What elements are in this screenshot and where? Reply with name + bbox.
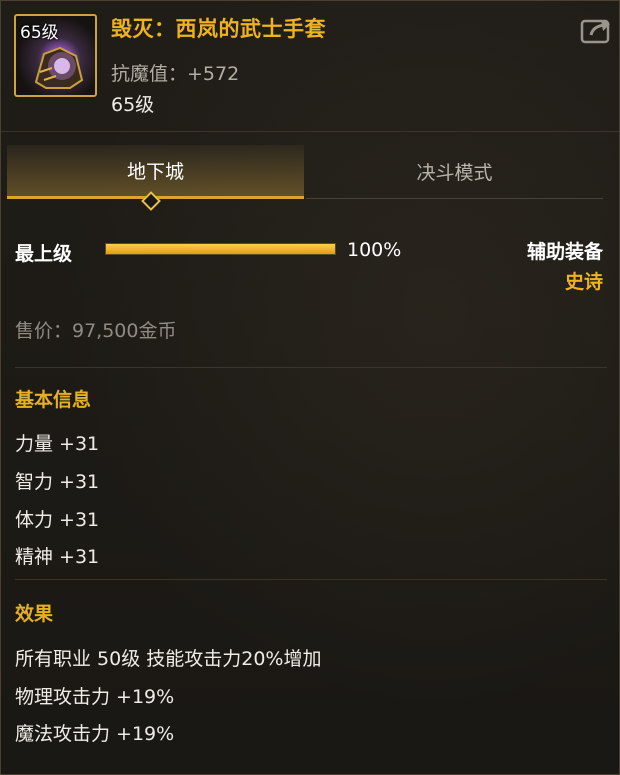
effect-line: 物理攻击力 +19% xyxy=(15,686,175,708)
item-icon[interactable]: 65级 xyxy=(14,14,97,97)
equipment-type: 辅助装备 xyxy=(526,241,603,263)
item-icon-level: 65级 xyxy=(20,23,59,43)
effects-title: 效果 xyxy=(15,603,54,625)
rarity-label: 史诗 xyxy=(564,271,603,293)
stat-vitality: 体力 +31 xyxy=(15,509,100,531)
share-external-icon[interactable] xyxy=(579,15,613,45)
grade-progress-fill xyxy=(106,244,335,254)
price-divider xyxy=(15,367,607,368)
tab-dungeon[interactable]: 地下城 xyxy=(7,145,304,199)
tab-pvp-mode[interactable]: 决斗模式 xyxy=(306,145,603,199)
grade-progress-bar xyxy=(105,243,336,255)
magic-resist-value: 抗魔值：+572 xyxy=(111,63,240,85)
header-divider xyxy=(1,131,619,132)
item-tooltip-panel: 65级 毁灭：西岚的武士手套 抗魔值：+572 65级 地下城 决斗模式 最上级… xyxy=(0,0,620,775)
effect-line: 所有职业 50级 技能攻击力20%增加 xyxy=(15,648,322,670)
stat-strength: 力量 +31 xyxy=(15,433,100,455)
basic-info-title: 基本信息 xyxy=(15,389,92,411)
item-level: 65级 xyxy=(111,94,155,116)
stat-spirit: 精神 +31 xyxy=(15,546,100,568)
item-name: 毁灭：西岚的武士手套 xyxy=(111,17,326,41)
tab-pvp-mode-label: 决斗模式 xyxy=(416,162,493,184)
gauntlet-icon xyxy=(34,46,84,89)
effect-line: 魔法攻击力 +19% xyxy=(15,723,175,745)
grade-label: 最上级 xyxy=(15,243,73,265)
sell-price: 售价：97,500金币 xyxy=(15,320,177,342)
stats-divider xyxy=(15,579,607,580)
stat-intelligence: 智力 +31 xyxy=(15,471,100,493)
tab-dungeon-label: 地下城 xyxy=(126,161,184,183)
grade-percent: 100% xyxy=(347,239,402,261)
